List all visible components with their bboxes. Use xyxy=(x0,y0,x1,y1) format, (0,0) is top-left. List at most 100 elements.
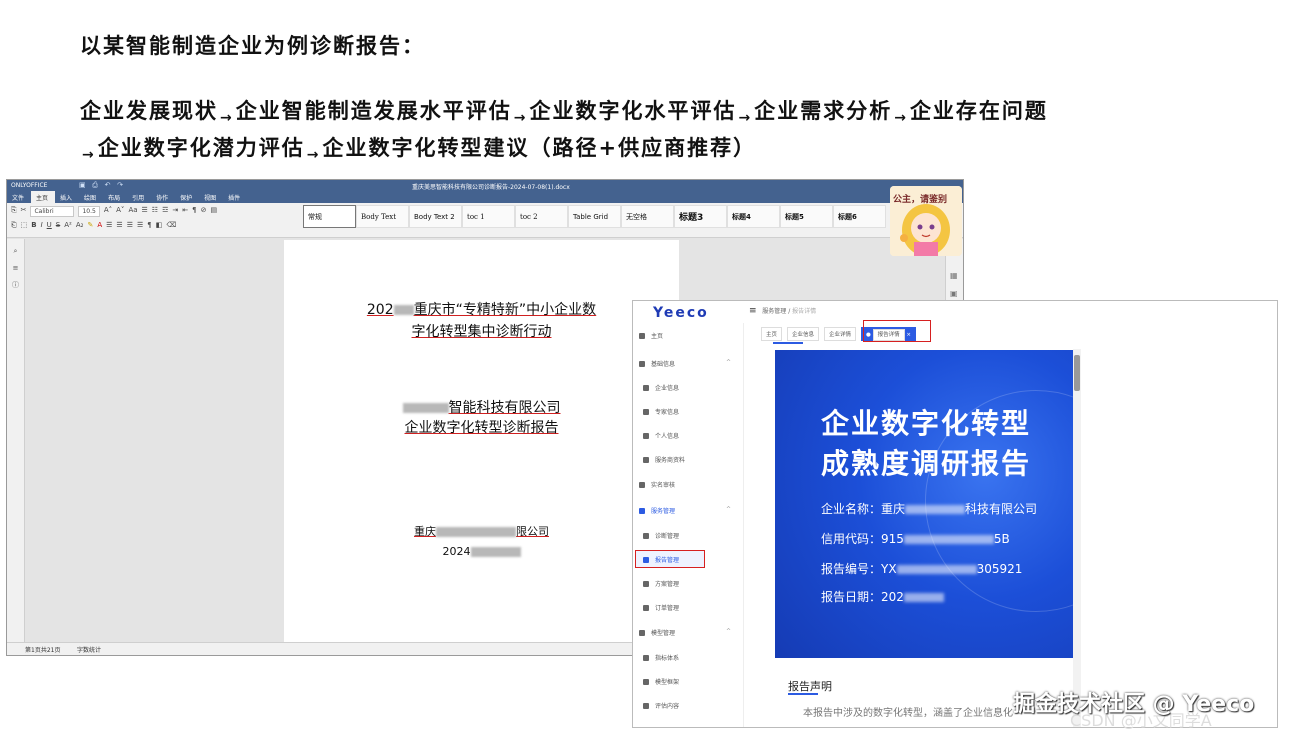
building-icon xyxy=(643,384,649,391)
sidebar-item-personal-info[interactable]: 个人信息 xyxy=(643,431,679,440)
cover-credit-code: 信用代码：915 5B xyxy=(821,532,1010,546)
bold-icon[interactable]: B xyxy=(31,221,36,230)
indent-icon[interactable]: ⇥ xyxy=(172,206,178,217)
user-icon xyxy=(643,408,649,415)
image-settings-icon[interactable]: ▣ xyxy=(950,289,958,298)
copy-style-icon[interactable]: ⊘ xyxy=(201,206,207,217)
menu-protect[interactable]: 保护 xyxy=(175,191,199,203)
person-icon xyxy=(643,432,649,439)
menu-insert[interactable]: 插入 xyxy=(55,191,79,203)
italic-icon[interactable]: I xyxy=(41,221,43,230)
process-flow: 企业发展现状 →企业智能制造发展水平评估 →企业数字化水平评估 →企业需求分析 →企业存… xyxy=(80,94,1048,168)
sidebar-item-plan[interactable]: 方案管理 xyxy=(643,579,679,588)
tab-underline xyxy=(773,342,803,344)
increase-font-icon[interactable]: A˄ xyxy=(104,206,112,217)
sidebar-item-framework[interactable]: 模型框架 xyxy=(643,677,679,686)
align-right-icon[interactable]: ☰ xyxy=(127,221,133,230)
menu-draw[interactable]: 绘图 xyxy=(79,191,103,203)
sidebar-item-service[interactable]: 服务管理 xyxy=(639,506,675,515)
tab-company-info[interactable]: 企业信息 xyxy=(787,327,820,341)
paragraph-icon[interactable]: ¶ xyxy=(192,206,196,217)
outdent-icon[interactable]: ⇤ xyxy=(182,206,188,217)
sidebar-item-home[interactable]: 主页 xyxy=(639,331,663,340)
copy-icon[interactable]: ⎘ xyxy=(11,206,17,217)
sidebar-item-diagnosis[interactable]: 诊断管理 xyxy=(643,531,679,540)
arrow-icon: → xyxy=(82,147,96,163)
font-color-icon[interactable]: A xyxy=(97,221,102,230)
info-icon[interactable]: ⓘ xyxy=(7,280,24,290)
doc-company: 智能科技有限公司 xyxy=(284,398,679,418)
comments-icon[interactable]: ≡ xyxy=(7,264,24,272)
style-heading3[interactable]: 标题3 xyxy=(674,205,727,228)
tab-company-detail[interactable]: 企业详情 xyxy=(824,327,857,341)
arrow-icon: → xyxy=(220,110,234,126)
cut-icon[interactable]: ✂ xyxy=(21,206,27,217)
numbering-icon[interactable]: ☷ xyxy=(152,206,158,217)
style-heading5[interactable]: 标题5 xyxy=(780,205,833,228)
sidebar-item-model[interactable]: 模型管理 xyxy=(639,628,675,637)
style-no-spacing[interactable]: 无空格 xyxy=(621,205,674,228)
multilevel-icon[interactable]: ☲ xyxy=(162,206,168,217)
search-icon[interactable]: ⌕ xyxy=(7,247,24,256)
table-settings-icon[interactable]: ▦ xyxy=(950,271,958,280)
style-heading4[interactable]: 标题4 xyxy=(727,205,780,228)
clear-icon[interactable]: ⌫ xyxy=(166,221,176,230)
style-toc1[interactable]: toc 1 xyxy=(462,205,515,228)
sidebar-item-order[interactable]: 订单管理 xyxy=(643,603,679,612)
sidebar: 主页 基础信息 ^ 企业信息 专家信息 个人信息 服务商资料 实名审核 服务管理… xyxy=(633,323,744,727)
sidebar-item-report[interactable]: 报告管理 xyxy=(643,555,679,564)
superscript-icon[interactable]: A² xyxy=(64,221,72,230)
select-icon[interactable]: ⬚ xyxy=(21,221,28,230)
sidebar-item-verify[interactable]: 实名审核 xyxy=(639,480,675,489)
menu-plugins[interactable]: 插件 xyxy=(223,191,247,203)
style-heading6[interactable]: 标题6 xyxy=(833,205,886,228)
style-body-text-2[interactable]: Body Text 2 xyxy=(409,205,462,228)
content-scrollbar[interactable] xyxy=(1073,349,1081,727)
sidebar-item-basic-info[interactable]: 基础信息 xyxy=(639,359,675,368)
menu-home[interactable]: 主页 xyxy=(31,191,56,203)
menu-file[interactable]: 文件 xyxy=(7,191,31,203)
editor-left-sidebar: ⌕ ≡ ⓘ xyxy=(7,239,25,643)
strikethrough-icon[interactable]: S xyxy=(56,221,60,230)
subscript-icon[interactable]: A₂ xyxy=(76,221,84,230)
sidebar-item-indicator[interactable]: 指标体系 xyxy=(643,653,679,662)
paste-icon[interactable]: ⎗ xyxy=(11,221,17,230)
sidebar-item-expert-info[interactable]: 专家信息 xyxy=(643,407,679,416)
breadcrumb-item[interactable]: 服务管理 xyxy=(762,308,786,315)
style-table-grid[interactable]: Table Grid xyxy=(568,205,621,228)
menu-toggle-icon[interactable]: ≡ xyxy=(749,306,757,316)
style-toc2[interactable]: toc 2 xyxy=(515,205,568,228)
quick-access-icons[interactable]: ▣ ⎙ ↶ ↷ xyxy=(79,181,123,190)
bullets-icon[interactable]: ☰ xyxy=(142,206,148,217)
font-name-select[interactable]: Calibri xyxy=(30,206,75,217)
shading-icon[interactable]: ◧ xyxy=(156,221,163,230)
align-left-icon[interactable]: ☰ xyxy=(106,221,112,230)
decrease-font-icon[interactable]: A˅ xyxy=(116,206,124,217)
nonprint-icon[interactable]: ¶ xyxy=(147,221,151,230)
sidebar-item-provider[interactable]: 服务商资料 xyxy=(643,455,685,464)
avatar-caption: 公主，请鉴别 xyxy=(893,195,948,205)
arrow-icon: → xyxy=(513,110,528,126)
underline-icon[interactable]: U xyxy=(47,221,52,230)
doc-report-name: 企业数字化转型诊断报告 xyxy=(404,420,559,436)
slide-heading: 以某智能制造企业为例诊断报告： xyxy=(80,34,425,58)
insert-icon[interactable]: ▤ xyxy=(210,206,217,217)
highlight-icon[interactable]: ✎ xyxy=(87,221,93,230)
sidebar-item-evaluation[interactable]: 评估内容 xyxy=(643,701,679,710)
align-center-icon[interactable]: ☰ xyxy=(116,221,122,230)
arrow-icon: → xyxy=(894,110,908,126)
menu-view[interactable]: 视图 xyxy=(199,191,223,203)
word-count-button[interactable]: 字数统计 xyxy=(77,645,101,654)
sidebar-item-company-info[interactable]: 企业信息 xyxy=(643,383,679,392)
menu-references[interactable]: 引用 xyxy=(127,191,151,203)
style-body-text[interactable]: Body Text xyxy=(356,205,409,228)
justify-icon[interactable]: ☰ xyxy=(137,221,143,230)
menu-collaborate[interactable]: 协作 xyxy=(151,191,175,203)
menu-layout[interactable]: 布局 xyxy=(103,191,127,203)
style-normal[interactable]: 常规 xyxy=(303,205,356,228)
tab-home[interactable]: 主页 xyxy=(761,327,783,341)
font-size-select[interactable]: 10.5 xyxy=(78,206,100,217)
style-gallery: 常规 Body Text Body Text 2 toc 1 toc 2 Tab… xyxy=(303,205,886,228)
grid-icon xyxy=(643,678,649,685)
change-case-icon[interactable]: Aa xyxy=(128,206,137,217)
